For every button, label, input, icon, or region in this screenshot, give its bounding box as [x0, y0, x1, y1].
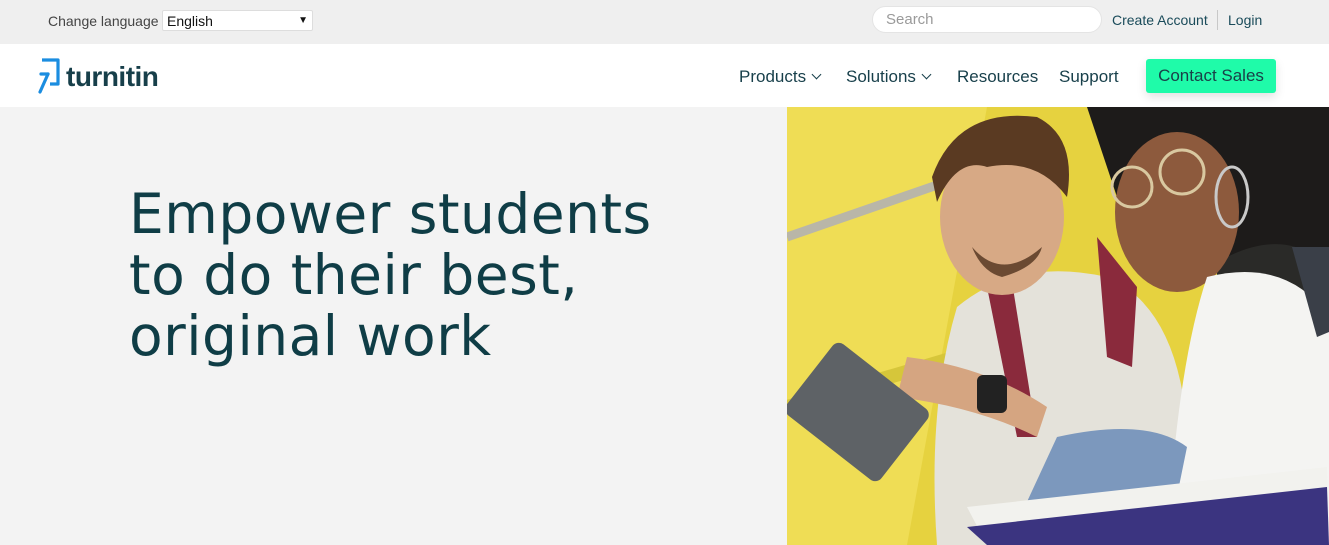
- chevron-down-icon: [811, 69, 822, 80]
- students-photo-illustration: [787, 107, 1329, 545]
- hero-photo-students: [787, 107, 1329, 545]
- nav-solutions[interactable]: Solutions: [846, 67, 932, 87]
- turnitin-logo-icon: [38, 58, 60, 94]
- create-account-link[interactable]: Create Account: [1112, 12, 1208, 28]
- nav-support[interactable]: Support: [1059, 67, 1119, 87]
- logo-wordmark: turnitin: [66, 61, 159, 92]
- turnitin-logo[interactable]: turnitin: [38, 58, 159, 96]
- nav-support-label: Support: [1059, 67, 1119, 86]
- search-field[interactable]: [872, 6, 1102, 33]
- contact-sales-button[interactable]: Contact Sales: [1146, 59, 1276, 93]
- nav-products[interactable]: Products: [739, 67, 822, 87]
- utility-bar: Change language English ▼ Create Account…: [0, 0, 1329, 44]
- chevron-down-icon: ▼: [298, 15, 308, 26]
- main-navigation: turnitin Products Solutions Resources Su…: [0, 44, 1329, 107]
- hero-title-line: Empower students: [129, 182, 652, 246]
- nav-resources-label: Resources: [957, 67, 1039, 86]
- divider: [1217, 10, 1218, 30]
- login-link[interactable]: Login: [1228, 12, 1262, 28]
- chevron-down-icon: [921, 69, 932, 80]
- nav-products-label: Products: [739, 67, 807, 86]
- hero-title-line: to do their best,: [129, 243, 579, 307]
- nav-solutions-label: Solutions: [846, 67, 916, 86]
- hero-title-line: original work: [129, 304, 492, 368]
- hero-section: Empower students to do their best, origi…: [0, 107, 787, 545]
- change-language-label: Change language: [48, 13, 159, 29]
- language-selected-value: English: [167, 12, 213, 29]
- search-input[interactable]: [873, 7, 1101, 32]
- language-select[interactable]: English ▼: [162, 10, 313, 31]
- hero-title: Empower students to do their best, origi…: [129, 184, 689, 367]
- nav-resources[interactable]: Resources: [957, 67, 1038, 87]
